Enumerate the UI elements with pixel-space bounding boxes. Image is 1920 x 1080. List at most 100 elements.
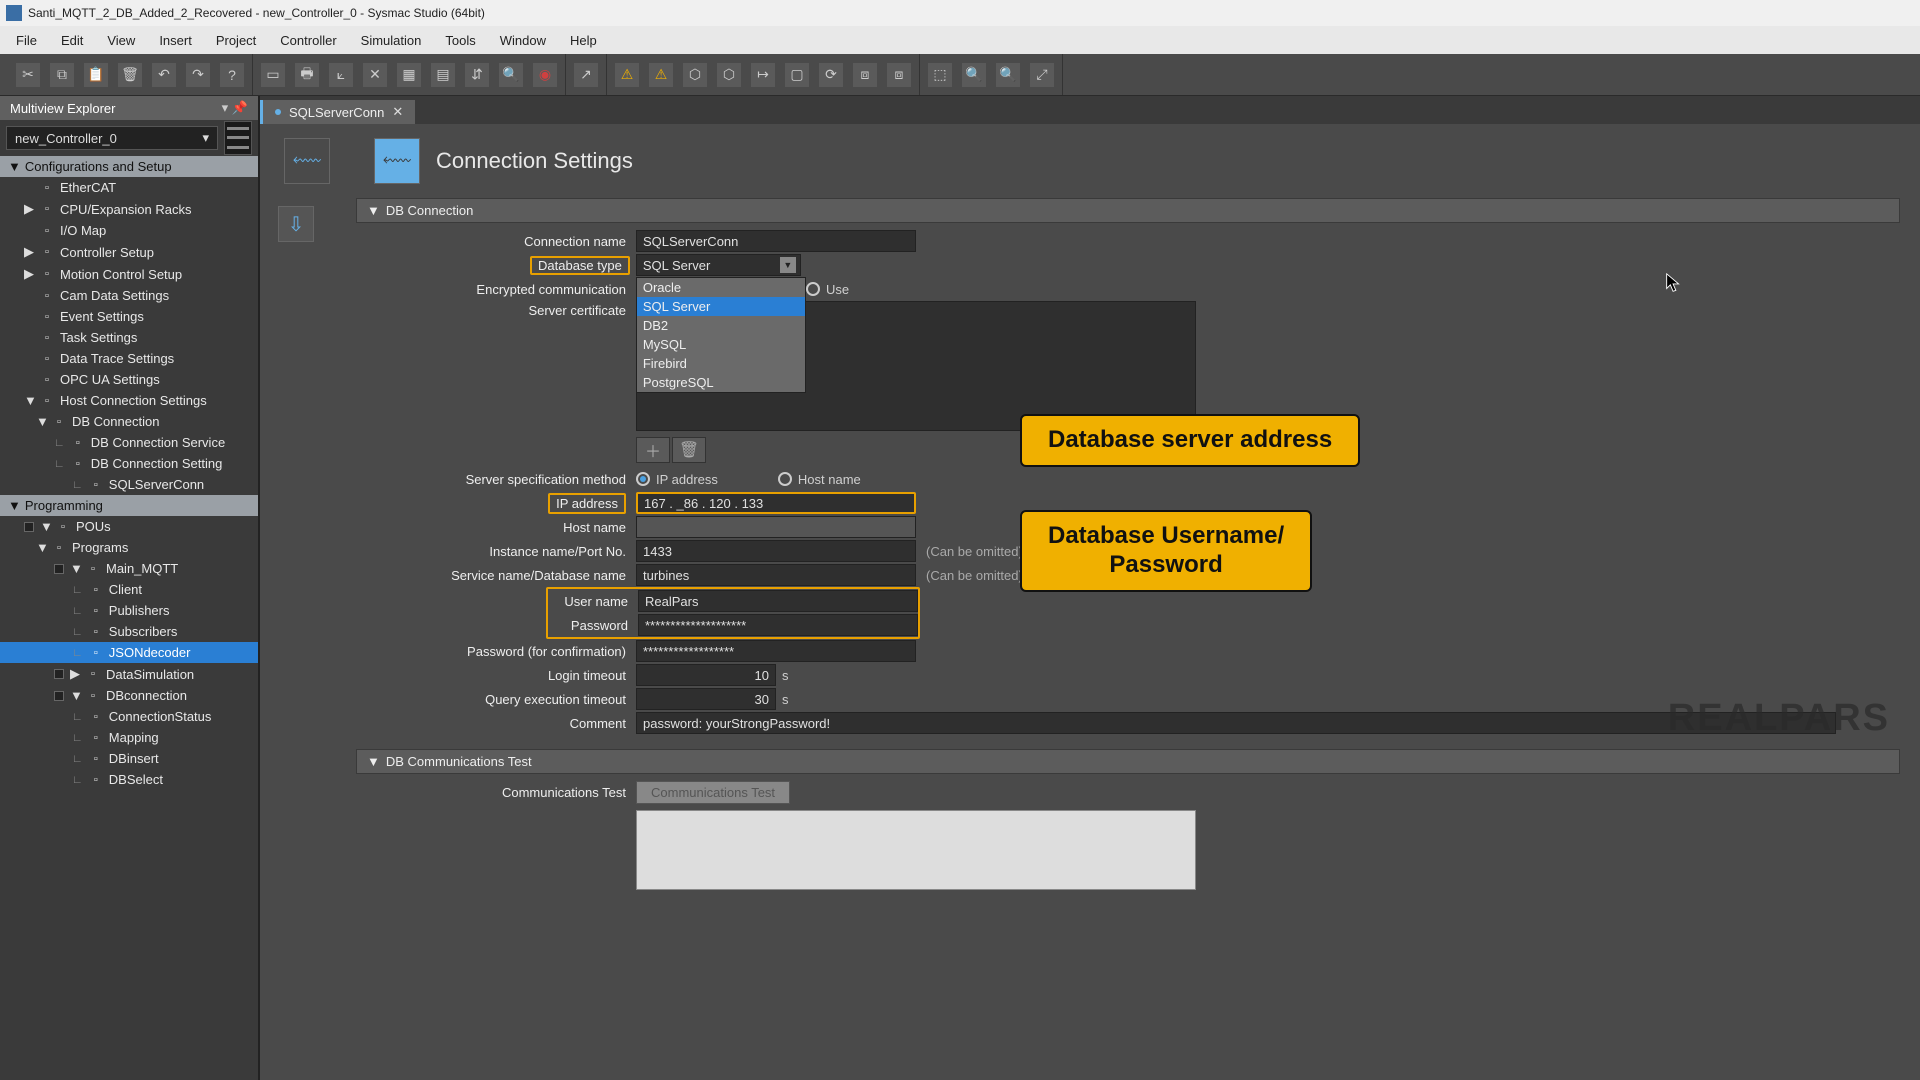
tree-item-task-settings[interactable]: ▫Task Settings xyxy=(0,327,258,348)
link2-icon[interactable]: ⬡ xyxy=(717,63,741,87)
add-button[interactable]: ＋ xyxy=(636,437,670,463)
remove-button[interactable]: 🗑 xyxy=(672,437,706,463)
tool-d-icon[interactable]: ✕ xyxy=(363,63,387,87)
zoomout-icon[interactable]: 🔍 xyxy=(996,63,1020,87)
tree-item-db-connection-service[interactable]: ∟▫DB Connection Service xyxy=(0,432,258,453)
tree-item-jsondecoder[interactable]: ∟▫JSONdecoder xyxy=(0,642,258,663)
input-service-db[interactable] xyxy=(636,564,916,586)
box-icon[interactable]: ▢ xyxy=(785,63,809,87)
search-icon[interactable]: 🔍 xyxy=(499,63,523,87)
tree-item-i-o-map[interactable]: ▫I/O Map xyxy=(0,220,258,241)
redo-icon[interactable]: ↷ xyxy=(186,63,210,87)
tree-section-config[interactable]: ▼Configurations and Setup xyxy=(0,156,258,177)
tree-item-main-mqtt[interactable]: ▼▫Main_MQTT xyxy=(0,558,258,579)
menu-edit[interactable]: Edit xyxy=(49,29,95,52)
menu-window[interactable]: Window xyxy=(488,29,558,52)
radio-hostname[interactable] xyxy=(778,472,792,486)
input-comment[interactable] xyxy=(636,712,1836,734)
page-icon-b[interactable]: ⬳ xyxy=(374,138,420,184)
side-action-icon[interactable]: ⇩ xyxy=(278,206,314,242)
input-query-timeout[interactable] xyxy=(636,688,776,710)
select-database-type[interactable]: SQL Server ▼ Oracle SQL Server DB2 MySQL… xyxy=(636,254,801,276)
debug-icon[interactable]: ↗ xyxy=(574,63,598,87)
input-login-timeout[interactable] xyxy=(636,664,776,686)
tree-item-pous[interactable]: ▼▫POUs xyxy=(0,516,258,537)
tree-item-cpu-expansion-racks[interactable]: ▶▫CPU/Expansion Racks xyxy=(0,198,258,220)
stop-icon[interactable]: ◉ xyxy=(533,63,557,87)
tree-item-dbinsert[interactable]: ∟▫DBinsert xyxy=(0,748,258,769)
menu-tools[interactable]: Tools xyxy=(433,29,487,52)
tree-item-subscribers[interactable]: ∟▫Subscribers xyxy=(0,621,258,642)
tree-item-cam-data-settings[interactable]: ▫Cam Data Settings xyxy=(0,285,258,306)
fit-icon[interactable]: ⤢ xyxy=(1030,63,1054,87)
tree-item-programs[interactable]: ▼▫Programs xyxy=(0,537,258,558)
menu-simulation[interactable]: Simulation xyxy=(349,29,434,52)
menu-view[interactable]: View xyxy=(95,29,147,52)
warning1-icon[interactable]: ⚠ xyxy=(615,63,639,87)
radio-encrypted-use[interactable] xyxy=(806,282,820,296)
tool-e-icon[interactable]: ▦ xyxy=(397,63,421,87)
tool-b-icon[interactable]: 🖶 xyxy=(295,63,319,87)
link1-icon[interactable]: ⬡ xyxy=(683,63,707,87)
build-icon[interactable]: ⟀ xyxy=(329,63,353,87)
option-sqlserver[interactable]: SQL Server xyxy=(637,297,805,316)
copy-icon[interactable]: ⧉ xyxy=(50,63,74,87)
select-icon[interactable]: ⬚ xyxy=(928,63,952,87)
tab-sqlserverconn[interactable]: SQLServerConn ✕ xyxy=(260,100,415,124)
tool-g-icon[interactable]: ⇵ xyxy=(465,63,489,87)
net1-icon[interactable]: ⧈ xyxy=(853,63,877,87)
tree-item-publishers[interactable]: ∟▫Publishers xyxy=(0,600,258,621)
tree-item-dbselect[interactable]: ∟▫DBSelect xyxy=(0,769,258,790)
menu-project[interactable]: Project xyxy=(204,29,268,52)
radio-ip[interactable] xyxy=(636,472,650,486)
pin-icon[interactable]: ▾ 📌 xyxy=(222,100,248,116)
button-comms-test[interactable]: Communications Test xyxy=(636,781,790,804)
section-db-comms-test[interactable]: ▼DB Communications Test xyxy=(356,749,1900,774)
tool-f-icon[interactable]: ▤ xyxy=(431,63,455,87)
section-db-connection[interactable]: ▼DB Connection xyxy=(356,198,1900,223)
tree-section-programming[interactable]: ▼Programming xyxy=(0,495,258,516)
net2-icon[interactable]: ⧈ xyxy=(887,63,911,87)
input-username[interactable] xyxy=(638,590,918,612)
tree-item-event-settings[interactable]: ▫Event Settings xyxy=(0,306,258,327)
paste-icon[interactable]: 📋 xyxy=(84,63,108,87)
tree-item-controller-setup[interactable]: ▶▫Controller Setup xyxy=(0,241,258,263)
menu-file[interactable]: File xyxy=(4,29,49,52)
input-ip-address[interactable] xyxy=(636,492,916,514)
delete-icon[interactable]: 🗑 xyxy=(118,63,142,87)
tree-item-db-connection-setting[interactable]: ∟▫DB Connection Setting xyxy=(0,453,258,474)
undo-icon[interactable]: ↶ xyxy=(152,63,176,87)
input-connection-name[interactable] xyxy=(636,230,916,252)
tree-item-host-connection-settings[interactable]: ▼▫Host Connection Settings xyxy=(0,390,258,411)
input-instance[interactable] xyxy=(636,540,916,562)
tree-item-datasimulation[interactable]: ▶▫DataSimulation xyxy=(0,663,258,685)
tree-item-dbconnection[interactable]: ▼▫DBconnection xyxy=(0,685,258,706)
zoomin-icon[interactable]: 🔍 xyxy=(962,63,986,87)
option-db2[interactable]: DB2 xyxy=(637,316,805,335)
tree-item-connectionstatus[interactable]: ∟▫ConnectionStatus xyxy=(0,706,258,727)
option-firebird[interactable]: Firebird xyxy=(637,354,805,373)
page-icon-a[interactable]: ⬳ xyxy=(284,138,330,184)
option-postgresql[interactable]: PostgreSQL xyxy=(637,373,805,392)
menu-help[interactable]: Help xyxy=(558,29,609,52)
tree-item-mapping[interactable]: ∟▫Mapping xyxy=(0,727,258,748)
step-icon[interactable]: ↦ xyxy=(751,63,775,87)
cut-icon[interactable]: ✂ xyxy=(16,63,40,87)
input-password-conf[interactable] xyxy=(636,640,916,662)
tree-item-data-trace-settings[interactable]: ▫Data Trace Settings xyxy=(0,348,258,369)
help-icon[interactable]: ? xyxy=(220,63,244,87)
tree-item-db-connection[interactable]: ▼▫DB Connection xyxy=(0,411,258,432)
input-password[interactable] xyxy=(638,614,918,636)
tree-item-motion-control-setup[interactable]: ▶▫Motion Control Setup xyxy=(0,263,258,285)
tree-item-sqlserverconn[interactable]: ∟▫SQLServerConn xyxy=(0,474,258,495)
menu-controller[interactable]: Controller xyxy=(268,29,348,52)
sync-icon[interactable]: ⟳ xyxy=(819,63,843,87)
tree-item-client[interactable]: ∟▫Client xyxy=(0,579,258,600)
tree-item-ethercat[interactable]: ▫EtherCAT xyxy=(0,177,258,198)
controller-select[interactable]: new_Controller_0 ▾ xyxy=(6,126,218,150)
warning2-icon[interactable]: ⚠ xyxy=(649,63,673,87)
menu-insert[interactable]: Insert xyxy=(147,29,204,52)
option-mysql[interactable]: MySQL xyxy=(637,335,805,354)
option-oracle[interactable]: Oracle xyxy=(637,278,805,297)
close-icon[interactable]: ✕ xyxy=(392,104,403,120)
